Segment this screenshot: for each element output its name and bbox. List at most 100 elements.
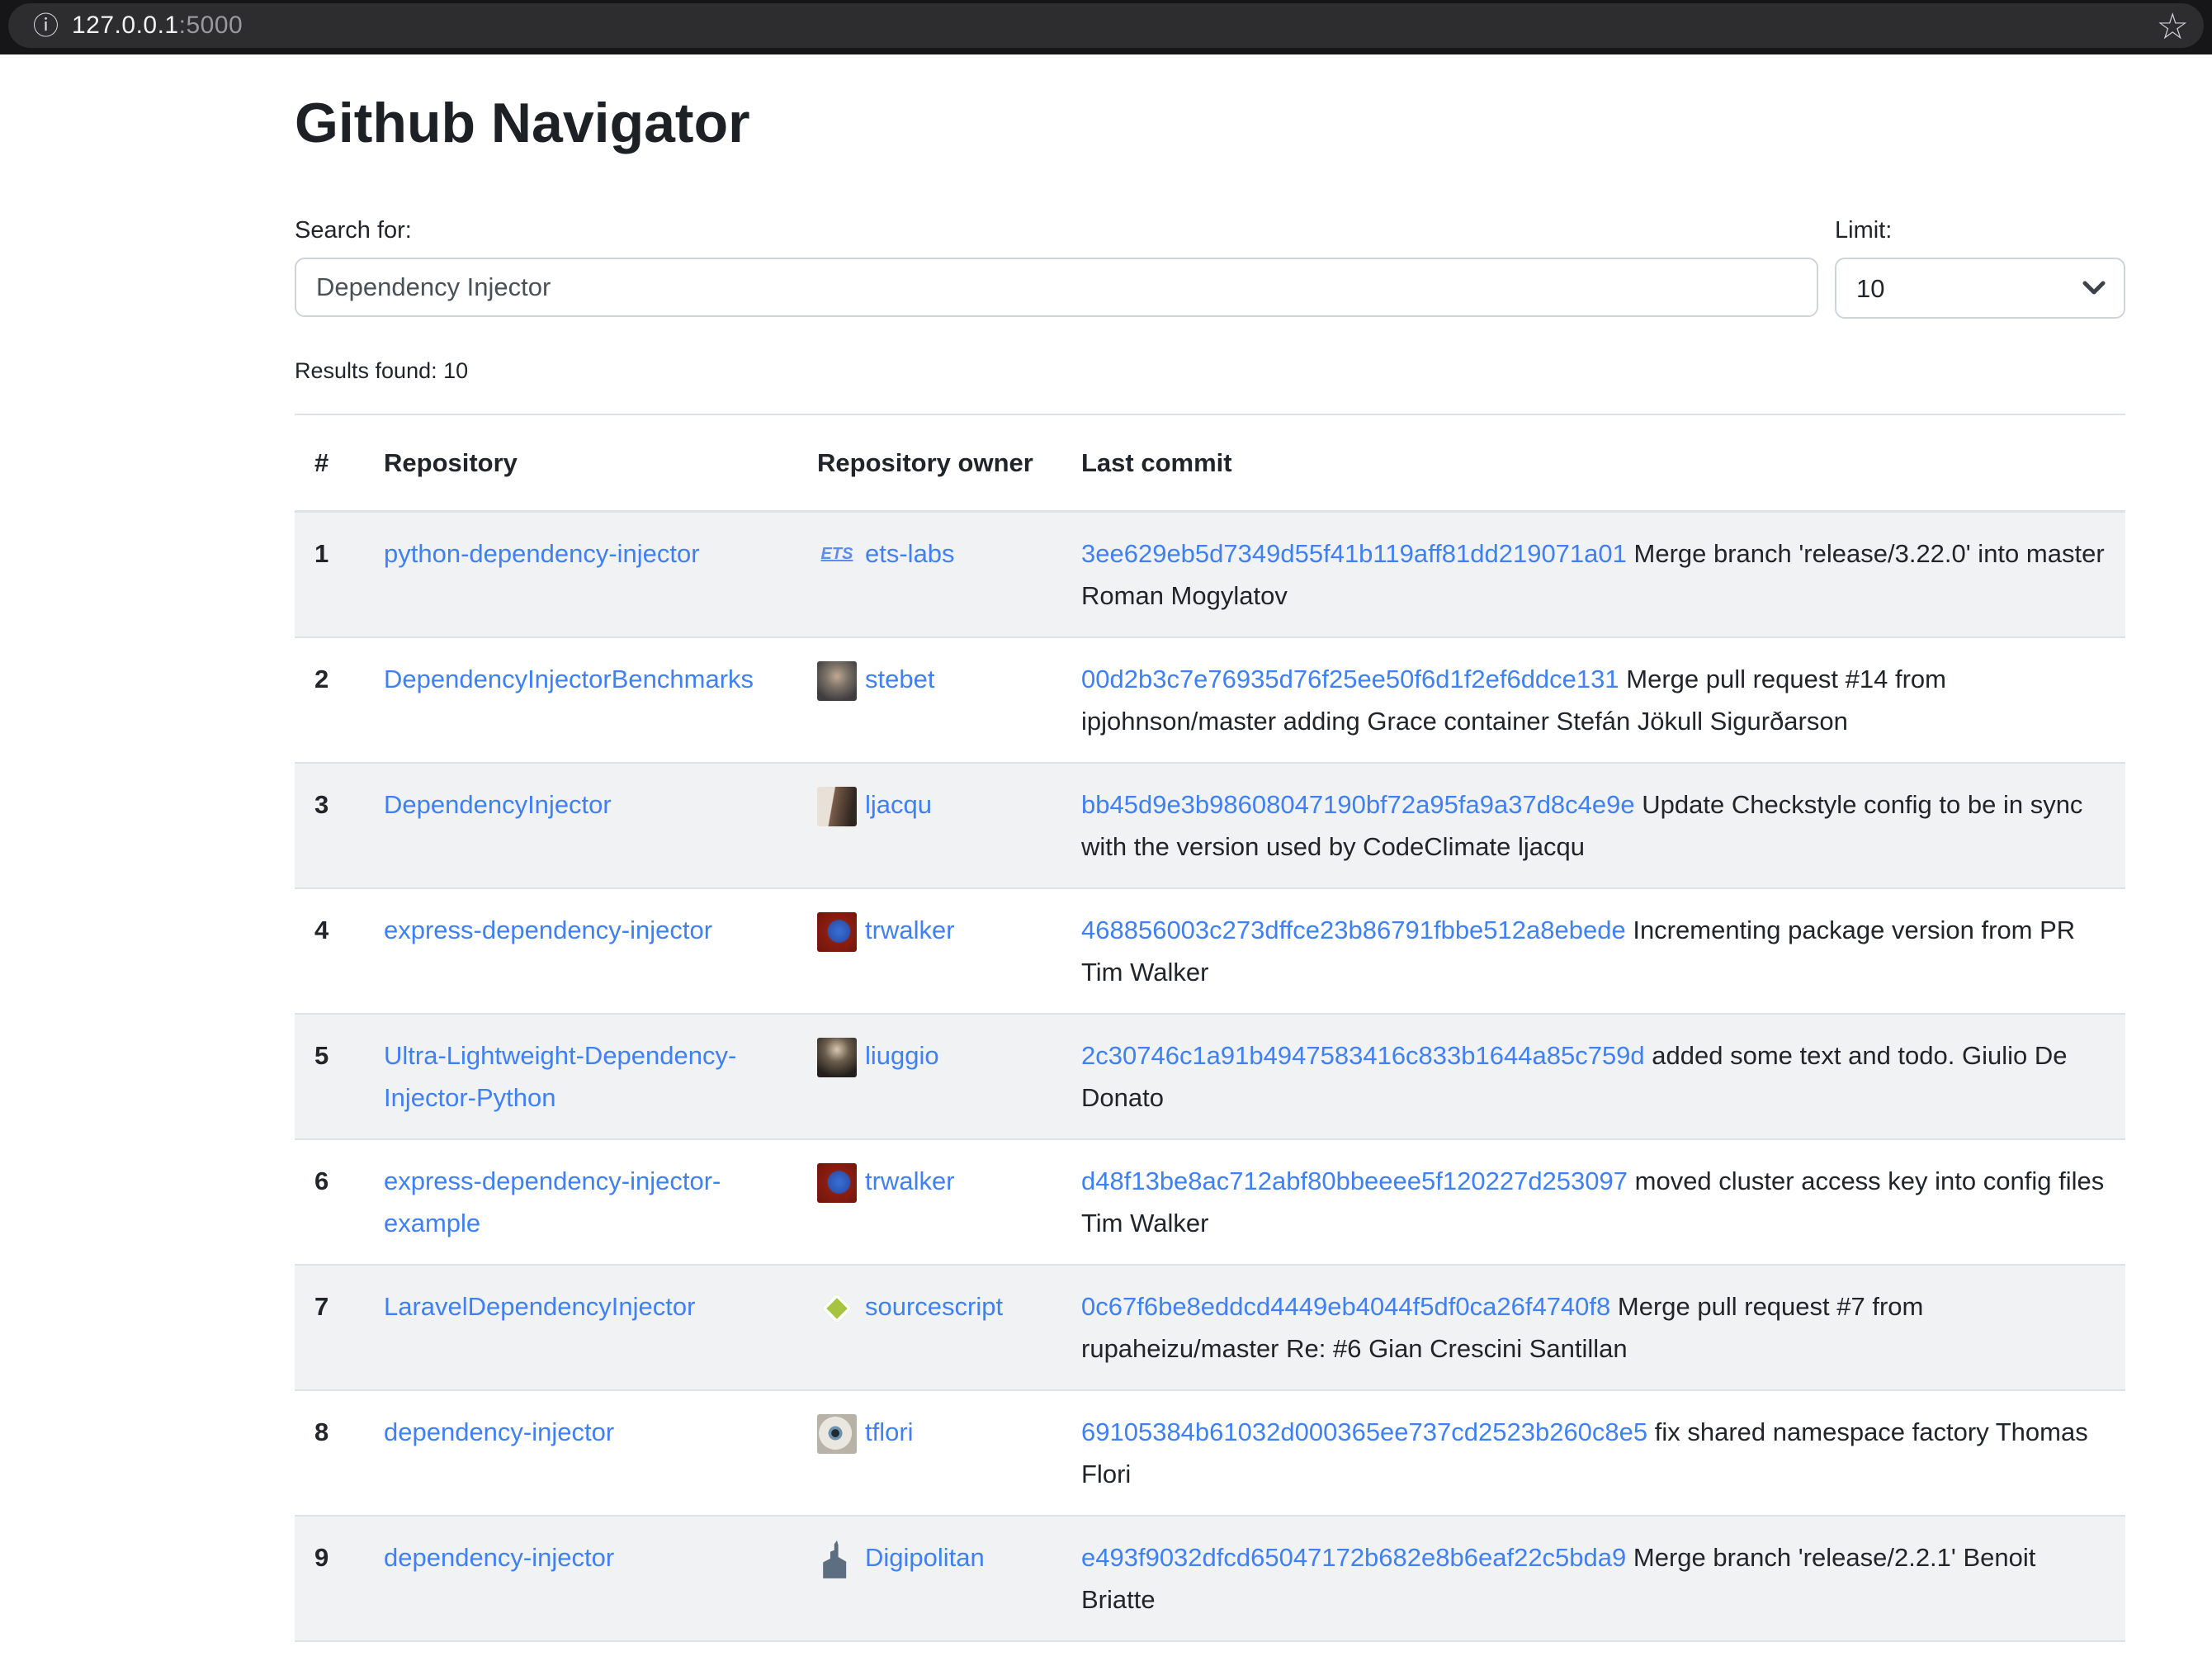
commit-hash-link[interactable]: 2c30746c1a91b4947583416c833b1644a85c759d	[1081, 1041, 1645, 1070]
commit-hash-link[interactable]: 00d2b3c7e76935d76f25ee50f6d1f2ef6ddce131	[1081, 665, 1619, 693]
repo-link[interactable]: Ultra-Lightweight-Dependency-Injector-Py…	[384, 1041, 736, 1112]
owner-link[interactable]: sourcescript	[865, 1292, 1003, 1321]
repo-link[interactable]: LaravelDependencyInjector	[384, 1292, 695, 1321]
repo-link[interactable]: express-dependency-injector	[384, 916, 712, 944]
commit-cell: 3ee629eb5d7349d55f41b119aff81dd219071a01…	[1061, 512, 2125, 638]
results-table: # Repository Repository owner Last commi…	[295, 414, 2125, 1661]
owner-cell: FinnWinchester	[797, 1641, 1061, 1661]
repo-link[interactable]: DependencyInjector	[384, 790, 612, 819]
repo-link[interactable]: dependency-injector	[384, 1417, 614, 1446]
commit-cell: e493f9032dfcd65047172b682e8b6eaf22c5bda9…	[1061, 1516, 2125, 1641]
owner-cell: sourcescript	[797, 1265, 1061, 1390]
repo-cell: DependencyInjectorBenchmarks	[364, 637, 797, 763]
row-number: 7	[295, 1265, 364, 1390]
repo-cell: python-dependency-injector	[364, 512, 797, 638]
results-count: Results found: 10	[295, 358, 2125, 384]
commit-hash-link[interactable]: e493f9032dfcd65047172b682e8b6eaf22c5bda9	[1081, 1543, 1626, 1572]
repo-cell: dependency-injector	[364, 1390, 797, 1516]
page-content: Github Navigator Search for: Limit: 10 R…	[295, 54, 2125, 1661]
table-row: 2 DependencyInjectorBenchmarks stebet 00d2b…	[295, 637, 2125, 763]
commit-hash-link[interactable]: 69105384b61032d000365ee737cd2523b260c8e5	[1081, 1417, 1647, 1446]
table-row: 6 express-dependency-injector-example trwa…	[295, 1139, 2125, 1265]
commit-cell: 69105384b61032d000365ee737cd2523b260c8e5…	[1061, 1390, 2125, 1516]
owner-link[interactable]: Digipolitan	[865, 1543, 985, 1572]
table-row: 10dependency-injectorFinnWinchester02111…	[295, 1641, 2125, 1661]
header-last-commit: Last commit	[1061, 414, 2125, 512]
owner-cell: ETS ets-labs	[797, 512, 1061, 638]
row-number: 10	[295, 1641, 364, 1661]
commit-cell: bb45d9e3b98608047190bf72a95fa9a37d8c4e9e…	[1061, 763, 2125, 888]
repo-cell: express-dependency-injector-example	[364, 1139, 797, 1265]
search-label: Search for:	[295, 216, 1818, 244]
commit-cell: 00d2b3c7e76935d76f25ee50f6d1f2ef6ddce131…	[1061, 637, 2125, 763]
owner-cell: trwalker	[797, 1139, 1061, 1265]
url-port: :5000	[179, 12, 243, 40]
repo-link[interactable]: express-dependency-injector-example	[384, 1166, 721, 1237]
header-number: #	[295, 414, 364, 512]
table-row: 3 DependencyInjector ljacqu bb45d9e3b986080…	[295, 763, 2125, 888]
trwalker-avatar	[817, 912, 857, 952]
table-header-row: # Repository Repository owner Last commi…	[295, 414, 2125, 512]
table-row: 7 LaravelDependencyInjector sourcescript 0c…	[295, 1265, 2125, 1390]
liuggio-avatar	[817, 1038, 857, 1077]
repo-cell: LaravelDependencyInjector	[364, 1265, 797, 1390]
header-repository: Repository	[364, 414, 797, 512]
results-table-body: 1python-dependency-injectorETSets-labs3e…	[295, 512, 2125, 1661]
owner-cell: trwalker	[797, 888, 1061, 1014]
owner-link[interactable]: liuggio	[865, 1041, 939, 1070]
owner-cell: stebet	[797, 637, 1061, 763]
repo-link[interactable]: dependency-injector	[384, 1543, 614, 1572]
commit-hash-link[interactable]: 3ee629eb5d7349d55f41b119aff81dd219071a01	[1081, 539, 1627, 568]
commit-hash-link[interactable]: 468856003c273dffce23b86791fbbe512a8ebede	[1081, 916, 1626, 944]
table-row: 4 express-dependency-injector trwalker 4688…	[295, 888, 2125, 1014]
search-form: Search for: Limit: 10	[295, 216, 2125, 319]
row-number: 2	[295, 637, 364, 763]
owner-link[interactable]: ets-labs	[865, 539, 955, 568]
owner-cell: ljacqu	[797, 763, 1061, 888]
commit-hash-link[interactable]: d48f13be8ac712abf80bbeeee5f120227d253097	[1081, 1166, 1628, 1195]
row-number: 6	[295, 1139, 364, 1265]
owner-cell: tflori	[797, 1390, 1061, 1516]
table-row: 1 python-dependency-injector ETS ets-labs 3e…	[295, 512, 2125, 638]
trwalker-avatar	[817, 1163, 857, 1203]
owner-link[interactable]: trwalker	[865, 1166, 955, 1195]
limit-select[interactable]: 10	[1835, 258, 2125, 319]
table-row: 5 Ultra-Lightweight-Dependency-Injector-P…	[295, 1014, 2125, 1139]
commit-hash-link[interactable]: 0c67f6be8eddcd4449eb4044f5df0ca26f4740f8	[1081, 1292, 1610, 1321]
row-number: 5	[295, 1014, 364, 1139]
header-owner: Repository owner	[797, 414, 1061, 512]
row-number: 1	[295, 512, 364, 638]
repo-cell: Ultra-Lightweight-Dependency-Injector-Py…	[364, 1014, 797, 1139]
owner-link[interactable]: stebet	[865, 665, 934, 693]
owner-link[interactable]: ljacqu	[865, 790, 932, 819]
page-title: Github Navigator	[295, 91, 2125, 155]
stebet-avatar	[817, 661, 857, 701]
owner-link[interactable]: tflori	[865, 1417, 914, 1446]
bookmark-star-icon[interactable]: ☆	[2157, 9, 2189, 45]
search-input[interactable]	[295, 258, 1818, 317]
commit-cell: 2c30746c1a91b4947583416c833b1644a85c759d…	[1061, 1014, 2125, 1139]
ets-labs-avatar: ETS	[817, 536, 857, 575]
row-number: 9	[295, 1516, 364, 1641]
repo-cell: dependency-injector	[364, 1516, 797, 1641]
repo-link[interactable]: DependencyInjectorBenchmarks	[384, 665, 754, 693]
sourcescript-avatar	[817, 1289, 857, 1328]
repo-cell: DependencyInjector	[364, 763, 797, 888]
tflori-avatar	[817, 1414, 857, 1454]
table-row: 9 dependency-injector Digipolitan e493f9032…	[295, 1516, 2125, 1641]
browser-toolbar: ⓘ 127.0.0.1:5000 ☆	[0, 0, 2212, 54]
owner-cell: Digipolitan	[797, 1516, 1061, 1641]
owner-link[interactable]: trwalker	[865, 916, 955, 944]
ljacqu-avatar	[817, 787, 857, 826]
commit-cell: 0c67f6be8eddcd4449eb4044f5df0ca26f4740f8…	[1061, 1265, 2125, 1390]
commit-hash-link[interactable]: bb45d9e3b98608047190bf72a95fa9a37d8c4e9e	[1081, 790, 1635, 819]
address-bar[interactable]: ⓘ 127.0.0.1:5000	[8, 3, 2204, 48]
table-row: 8 dependency-injector tflori 69105384b61032…	[295, 1390, 2125, 1516]
row-number: 8	[295, 1390, 364, 1516]
repo-cell: dependency-injector	[364, 1641, 797, 1661]
row-number: 4	[295, 888, 364, 1014]
owner-cell: liuggio	[797, 1014, 1061, 1139]
row-number: 3	[295, 763, 364, 888]
repo-link[interactable]: python-dependency-injector	[384, 539, 700, 568]
info-icon[interactable]: ⓘ	[33, 13, 59, 39]
